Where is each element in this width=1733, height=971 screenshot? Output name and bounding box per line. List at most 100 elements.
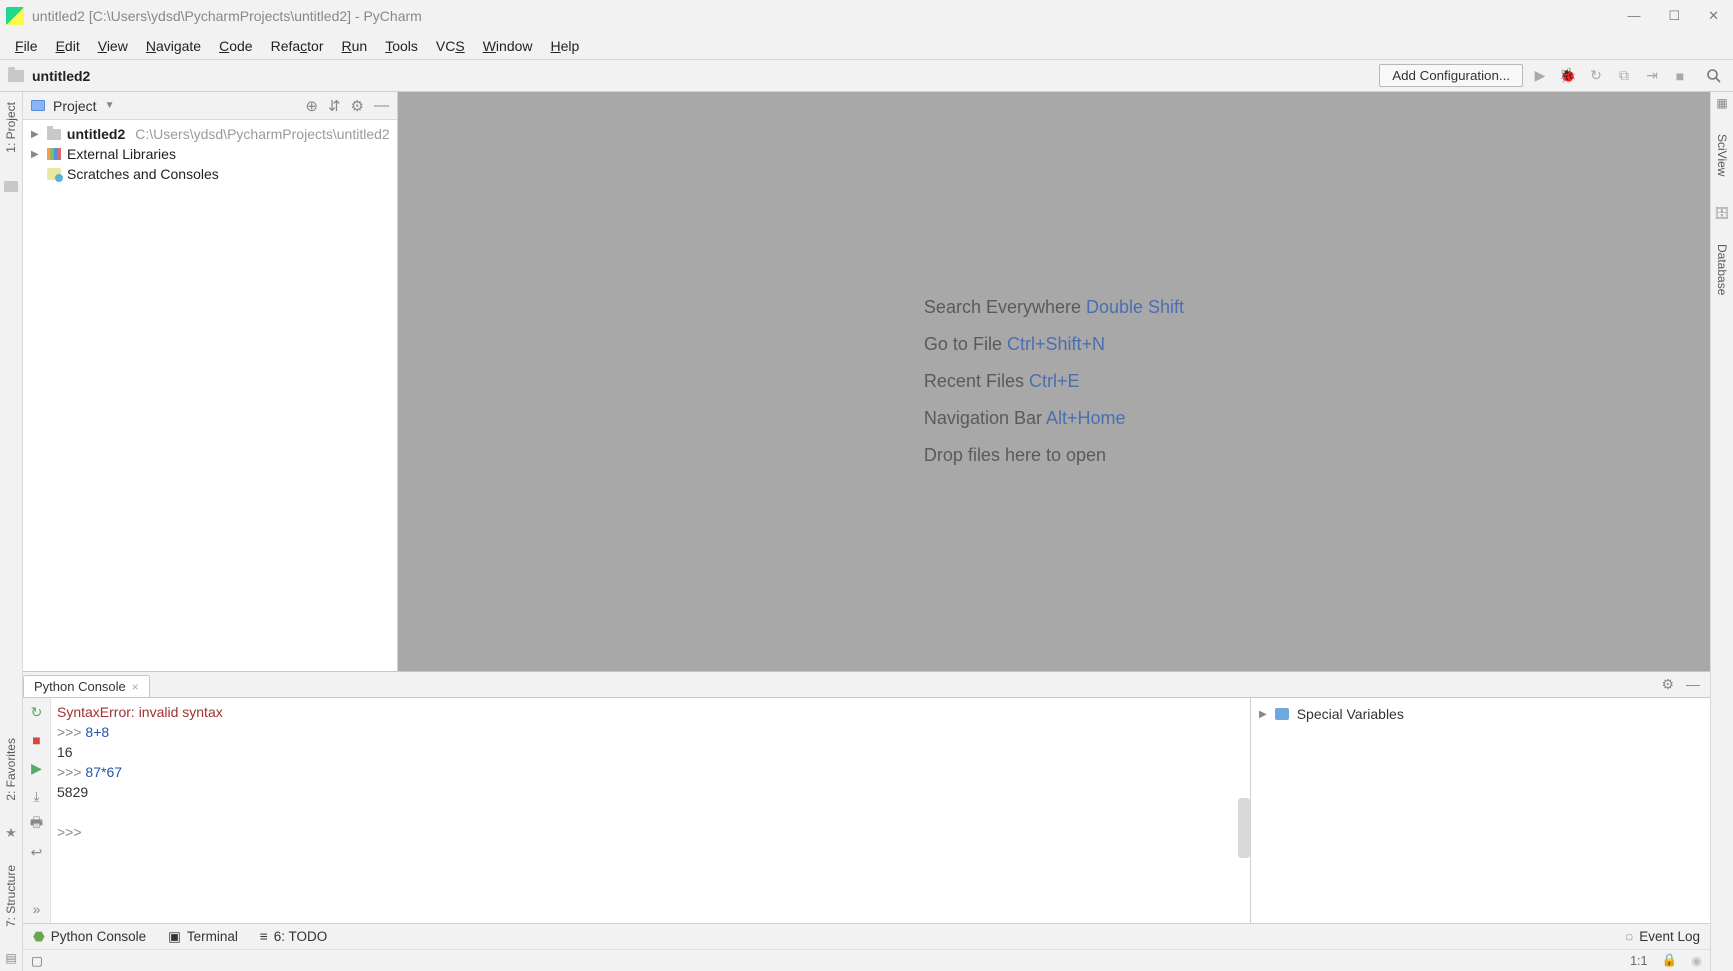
tab-favorites[interactable]: 2: Favorites (4, 732, 18, 807)
print-icon[interactable]: 🖶 (29, 816, 45, 832)
coverage-icon[interactable]: ↻ (1585, 65, 1607, 87)
collapse-icon[interactable]: ⇵ (328, 97, 341, 115)
menubar: FileEditViewNavigateCodeRefactorRunTools… (0, 32, 1733, 60)
tab-python-console[interactable]: Python Console × (23, 675, 150, 697)
menu-view[interactable]: View (89, 35, 137, 57)
libraries-icon (47, 148, 61, 160)
scratches-icon (47, 168, 61, 180)
gear-icon[interactable]: ⚙ (351, 97, 364, 115)
bottom-tool-bar: ⬣ Python Console ▣ Terminal ≡ 6: TODO ◌ … (23, 923, 1710, 949)
minimize-panel-icon[interactable]: — (374, 97, 389, 115)
run-icon[interactable]: ▶ (1529, 65, 1551, 87)
drop-hint: Drop files here to open (924, 445, 1184, 466)
editor-empty-area[interactable]: Search Everywhere Double Shift Go to File… (398, 92, 1710, 671)
menu-help[interactable]: Help (542, 35, 589, 57)
folder-icon (47, 129, 61, 140)
inspections-icon[interactable]: ◉ (1691, 953, 1702, 968)
lock-icon[interactable]: 🔒 (1662, 953, 1678, 968)
tab-database[interactable]: Database (1715, 238, 1729, 301)
menu-code[interactable]: Code (210, 35, 261, 57)
database-icon: 🗄 (1714, 206, 1729, 220)
attach-icon[interactable]: ⇥ (1641, 65, 1663, 87)
terminal-icon: ▣ (168, 929, 181, 945)
console-output[interactable]: SyntaxError: invalid syntax>>> 8+816>>> … (51, 698, 1250, 923)
python-icon: ⬣ (33, 929, 45, 945)
line-col[interactable]: 1:1 (1630, 954, 1647, 968)
tool-label: Event Log (1639, 929, 1700, 944)
tool-label: Python Console (51, 929, 146, 944)
tool-todo[interactable]: ≡ 6: TODO (260, 929, 327, 944)
scrollbar[interactable] (1238, 798, 1250, 858)
locate-icon[interactable]: ⊕ (305, 97, 318, 115)
close-icon[interactable]: ✕ (1708, 8, 1719, 24)
variables-special[interactable]: ▶ Special Variables (1257, 704, 1704, 724)
chevron-right-icon[interactable]: ▶ (31, 149, 41, 160)
project-folder-icon (31, 100, 45, 111)
status-bar: ▢ 1:1 🔒 ◉ (23, 949, 1710, 971)
run-icon[interactable]: ▶ (29, 760, 45, 776)
minimize-icon[interactable]: — (1627, 8, 1640, 24)
tree-scratches[interactable]: Scratches and Consoles (27, 164, 393, 184)
debug-icon[interactable]: 🐞 (1557, 65, 1579, 87)
stop-icon[interactable]: ■ (29, 732, 45, 748)
tool-event-log[interactable]: ◌ Event Log (1625, 929, 1700, 944)
tool-label: 6: TODO (274, 929, 328, 944)
menu-vcs[interactable]: VCS (427, 35, 474, 57)
titlebar: untitled2 [C:\Users\ydsd\PycharmProjects… (0, 0, 1733, 32)
chevron-right-icon[interactable]: ▶ (1259, 709, 1267, 720)
menu-window[interactable]: Window (474, 35, 542, 57)
console-line: >>> 87*67 (57, 762, 1244, 782)
console-line (57, 802, 1244, 822)
menu-tools[interactable]: Tools (376, 35, 427, 57)
python-console-panel: ↻ ■ ▶ ⤓ 🖶 ↩ » SyntaxError: invalid synta… (23, 697, 1710, 923)
tree-root-name: untitled2 (67, 126, 125, 142)
menu-file[interactable]: File (6, 35, 47, 57)
more-icon[interactable]: » (29, 901, 45, 917)
structure-icon: ▤ (5, 951, 16, 965)
stop-icon[interactable]: ■ (1669, 65, 1691, 87)
scroll-to-end-icon[interactable]: ⤓ (29, 788, 45, 804)
project-panel: Project ▼ ⊕ ⇵ ⚙ — ▶ untitled2 C:\Users\y… (23, 92, 398, 671)
tab-label: Python Console (34, 679, 126, 694)
project-tree[interactable]: ▶ untitled2 C:\Users\ydsd\PycharmProject… (23, 120, 397, 188)
restart-icon[interactable]: ↻ (29, 704, 45, 720)
tab-structure[interactable]: 7: Structure (4, 859, 18, 933)
status-indicator-icon[interactable]: ▢ (31, 953, 43, 968)
menu-edit[interactable]: Edit (47, 35, 89, 57)
menu-run[interactable]: Run (333, 35, 377, 57)
close-icon[interactable]: × (132, 680, 139, 694)
gear-icon[interactable]: ⚙ (1661, 676, 1674, 693)
folder-icon (8, 70, 24, 82)
profile-icon[interactable]: ⧉ (1613, 65, 1635, 87)
search-icon[interactable] (1703, 65, 1725, 87)
sciview-icon: ▦ (1716, 96, 1727, 110)
soft-wrap-icon[interactable]: ↩ (29, 844, 45, 860)
project-panel-header: Project ▼ ⊕ ⇵ ⚙ — (23, 92, 397, 120)
console-line: 5829 (57, 782, 1244, 802)
project-panel-title[interactable]: Project (53, 98, 97, 114)
chevron-down-icon[interactable]: ▼ (105, 100, 115, 111)
editor-tip: Go to File Ctrl+Shift+N (924, 334, 1184, 355)
tab-sciview[interactable]: SciView (1715, 128, 1729, 182)
menu-refactor[interactable]: Refactor (262, 35, 333, 57)
tree-root[interactable]: ▶ untitled2 C:\Users\ydsd\PycharmProject… (27, 124, 393, 144)
editor-tip: Recent Files Ctrl+E (924, 371, 1184, 392)
right-tool-strip: ▦ SciView 🗄 Database (1710, 92, 1733, 971)
minimize-panel-icon[interactable]: — (1686, 676, 1700, 693)
console-tab-bar: Python Console × ⚙ — (23, 671, 1710, 697)
tool-terminal[interactable]: ▣ Terminal (168, 929, 238, 945)
breadcrumb[interactable]: untitled2 (32, 68, 90, 84)
chevron-right-icon[interactable]: ▶ (31, 129, 41, 140)
tree-external-libraries[interactable]: ▶ External Libraries (27, 144, 393, 164)
menu-navigate[interactable]: Navigate (137, 35, 210, 57)
editor-tip: Search Everywhere Double Shift (924, 297, 1184, 318)
editor-tips: Search Everywhere Double Shift Go to File… (924, 281, 1184, 482)
navbar: untitled2 Add Configuration... ▶ 🐞 ↻ ⧉ ⇥… (0, 60, 1733, 92)
maximize-icon[interactable]: ☐ (1668, 8, 1680, 24)
todo-icon: ≡ (260, 929, 268, 944)
add-configuration-button[interactable]: Add Configuration... (1379, 64, 1523, 87)
tab-project[interactable]: 1: Project (4, 96, 18, 159)
variables-panel[interactable]: ▶ Special Variables (1250, 698, 1710, 923)
tool-label: Terminal (187, 929, 238, 944)
tool-python-console[interactable]: ⬣ Python Console (33, 929, 146, 945)
